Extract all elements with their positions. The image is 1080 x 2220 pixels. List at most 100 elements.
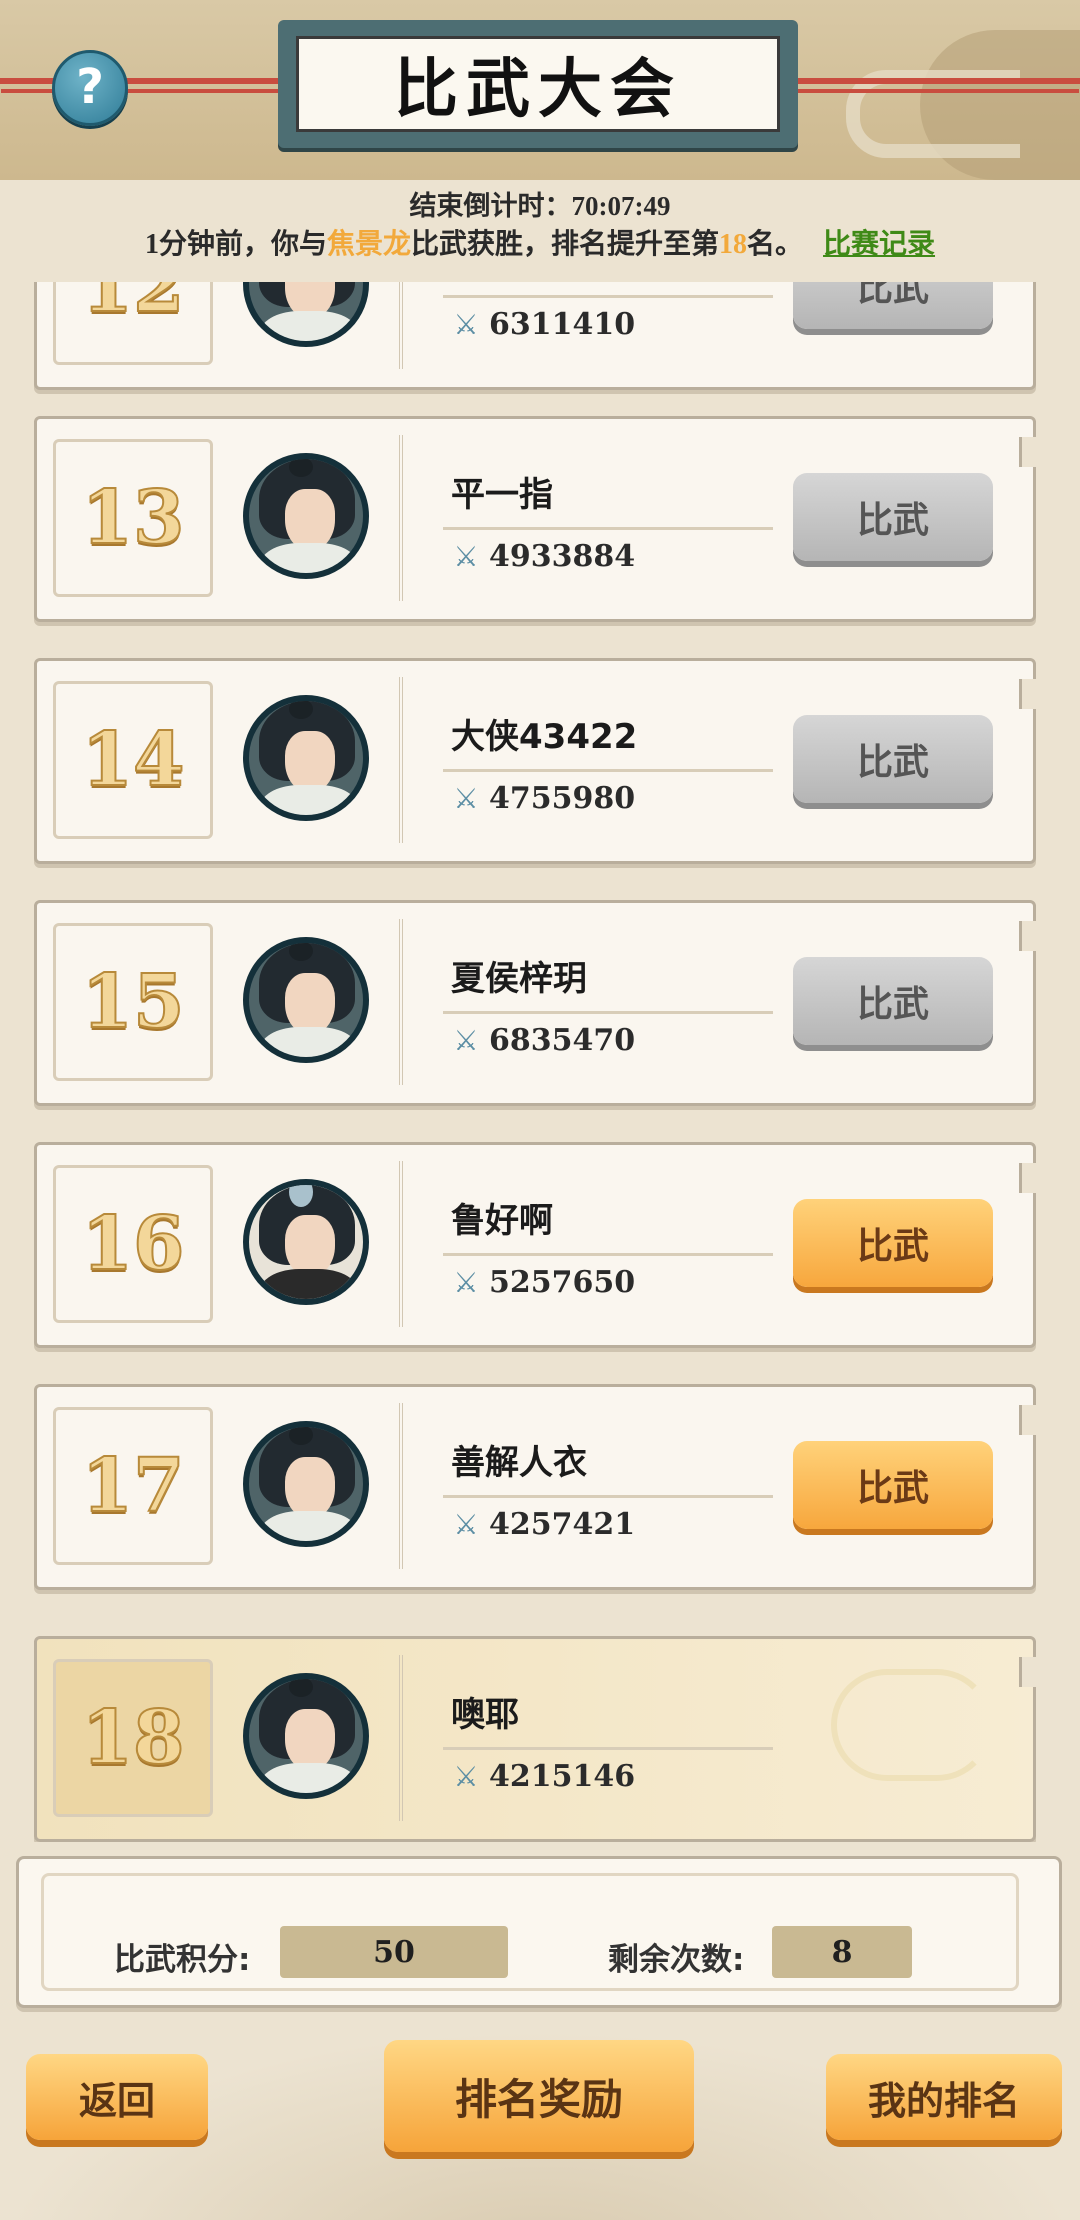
crossed-swords-icon: ⚔ bbox=[453, 307, 479, 341]
combat-power: ⚔ 5257650 bbox=[449, 1265, 635, 1300]
rank-box: 17 bbox=[53, 1407, 213, 1565]
player-name: 平一指 bbox=[451, 475, 553, 515]
crossed-swords-icon: ⚔ bbox=[453, 1265, 479, 1299]
ranking-row-self: 18 噢耶 ⚔ 4215146 bbox=[34, 1636, 1036, 1842]
challenge-button[interactable]: 比武 bbox=[793, 957, 993, 1045]
player-name: 鲁好啊 bbox=[451, 1201, 553, 1241]
rank-number: 15 bbox=[81, 958, 186, 1046]
rank-number: 14 bbox=[81, 716, 186, 804]
back-button[interactable]: 返回 bbox=[26, 2054, 208, 2140]
power-value: 5257650 bbox=[489, 1265, 636, 1300]
notice-suffix: 名。 bbox=[747, 229, 804, 260]
avatar[interactable] bbox=[243, 1421, 369, 1547]
paper-notch bbox=[1019, 1163, 1036, 1193]
avatar[interactable] bbox=[243, 1179, 369, 1305]
ranking-row: 15 夏侯梓玥 ⚔ 6835470 比武 bbox=[34, 900, 1036, 1106]
notice-rank: 18 bbox=[719, 229, 747, 260]
power-value: 6835470 bbox=[489, 1023, 636, 1058]
battle-notice: 1分钟前，你与焦景龙比武获胜，排名提升至第18名。 比赛记录 bbox=[0, 222, 1080, 262]
points-label: 比武积分: bbox=[114, 1942, 251, 1978]
divider bbox=[443, 1011, 773, 1014]
remaining-value: 8 bbox=[772, 1926, 912, 1978]
power-value: 4215146 bbox=[489, 1759, 636, 1794]
crossed-swords-icon: ⚔ bbox=[453, 1759, 479, 1793]
title-plate: 比武大会 bbox=[278, 20, 798, 148]
paper-notch bbox=[1019, 1405, 1036, 1435]
page-title: 比武大会 bbox=[394, 53, 682, 127]
stats-panel: 比武积分: 50 剩余次数: 8 bbox=[16, 1856, 1062, 2008]
notice-middle: 比武获胜，排名提升至第 bbox=[410, 229, 719, 260]
rank-number: 13 bbox=[81, 474, 186, 562]
divider bbox=[443, 295, 773, 298]
paper-notch bbox=[1019, 921, 1036, 951]
ranking-row: 17 善解人衣 ⚔ 4257421 比武 bbox=[34, 1384, 1036, 1590]
countdown-label: 结束倒计时： bbox=[409, 191, 572, 221]
challenge-button[interactable]: 比武 bbox=[793, 473, 993, 561]
rank-number: 17 bbox=[81, 1442, 186, 1530]
avatar[interactable] bbox=[243, 453, 369, 579]
divider bbox=[443, 1495, 773, 1498]
player-info: 噢耶 ⚔ 4215146 bbox=[399, 1655, 1007, 1821]
help-icon[interactable]: ? bbox=[52, 50, 128, 126]
avatar[interactable] bbox=[243, 282, 369, 347]
challenge-button[interactable]: 比武 bbox=[793, 1441, 993, 1529]
rank-box: 12 bbox=[53, 282, 213, 365]
crossed-swords-icon: ⚔ bbox=[453, 539, 479, 573]
challenge-button[interactable]: 比武 bbox=[793, 715, 993, 803]
ranking-row: 13 平一指 ⚔ 4933884 比武 bbox=[34, 416, 1036, 622]
notice-prefix: 1分钟前，你与 bbox=[144, 229, 327, 260]
rank-number: 18 bbox=[81, 1694, 186, 1782]
divider bbox=[443, 527, 773, 530]
power-value: 4755980 bbox=[489, 781, 636, 816]
avatar[interactable] bbox=[243, 937, 369, 1063]
combat-power: ⚔ 4933884 bbox=[449, 539, 635, 574]
paper-notch bbox=[1019, 1657, 1036, 1687]
power-value: 4933884 bbox=[489, 539, 636, 574]
paper-notch bbox=[1019, 437, 1036, 467]
crossed-swords-icon: ⚔ bbox=[453, 1023, 479, 1057]
match-record-link[interactable]: 比赛记录 bbox=[823, 229, 935, 260]
ranking-row: 12 ⚔ 6311410 比武 bbox=[34, 282, 1036, 390]
divider bbox=[443, 1253, 773, 1256]
divider bbox=[443, 769, 773, 772]
notice-opponent: 焦景龙 bbox=[326, 229, 411, 260]
ranking-list[interactable]: 12 ⚔ 6311410 比武 13 平一指 ⚔ 4933884 比武 14 大… bbox=[0, 282, 1080, 1842]
player-name: 善解人衣 bbox=[451, 1443, 587, 1483]
rank-box: 13 bbox=[53, 439, 213, 597]
points-value: 50 bbox=[280, 1926, 508, 1978]
crossed-swords-icon: ⚔ bbox=[453, 1507, 479, 1541]
combat-power: ⚔ 6835470 bbox=[449, 1023, 635, 1058]
power-value: 4257421 bbox=[489, 1507, 636, 1542]
remaining-label: 剩余次数: bbox=[608, 1942, 745, 1978]
my-ranking-button[interactable]: 我的排名 bbox=[826, 2054, 1062, 2140]
countdown-value: 70:07:49 bbox=[571, 191, 671, 221]
red-rope-right bbox=[790, 78, 1080, 84]
stats-inner: 比武积分: 50 剩余次数: 8 bbox=[41, 1873, 1019, 1991]
combat-power: ⚔ 6311410 bbox=[449, 307, 635, 342]
divider bbox=[443, 1747, 773, 1750]
combat-power: ⚔ 4755980 bbox=[449, 781, 635, 816]
countdown: 结束倒计时：70:07:49 bbox=[0, 184, 1080, 223]
rank-box: 18 bbox=[53, 1659, 213, 1817]
challenge-button[interactable]: 比武 bbox=[793, 1199, 993, 1287]
crossed-swords-icon: ⚔ bbox=[453, 781, 479, 815]
paper-notch bbox=[1019, 679, 1036, 709]
power-value: 6311410 bbox=[489, 307, 636, 342]
player-name: 夏侯梓玥 bbox=[451, 959, 587, 999]
ranking-rewards-button[interactable]: 排名奖励 bbox=[384, 2040, 694, 2152]
player-name: 噢耶 bbox=[451, 1695, 519, 1735]
rank-number: 16 bbox=[81, 1200, 186, 1288]
combat-power: ⚔ 4257421 bbox=[449, 1507, 635, 1542]
title-inner: 比武大会 bbox=[296, 36, 780, 132]
ranking-row: 14 大侠43422 ⚔ 4755980 比武 bbox=[34, 658, 1036, 864]
rank-box: 16 bbox=[53, 1165, 213, 1323]
avatar[interactable] bbox=[243, 1673, 369, 1799]
challenge-button[interactable]: 比武 bbox=[793, 282, 993, 329]
red-rope-left bbox=[0, 78, 290, 84]
avatar[interactable] bbox=[243, 695, 369, 821]
ranking-row: 16 鲁好啊 ⚔ 5257650 比武 bbox=[34, 1142, 1036, 1348]
rank-number: 12 bbox=[81, 282, 186, 330]
player-name: 大侠43422 bbox=[451, 717, 638, 757]
rank-box: 15 bbox=[53, 923, 213, 1081]
combat-power: ⚔ 4215146 bbox=[449, 1759, 635, 1794]
